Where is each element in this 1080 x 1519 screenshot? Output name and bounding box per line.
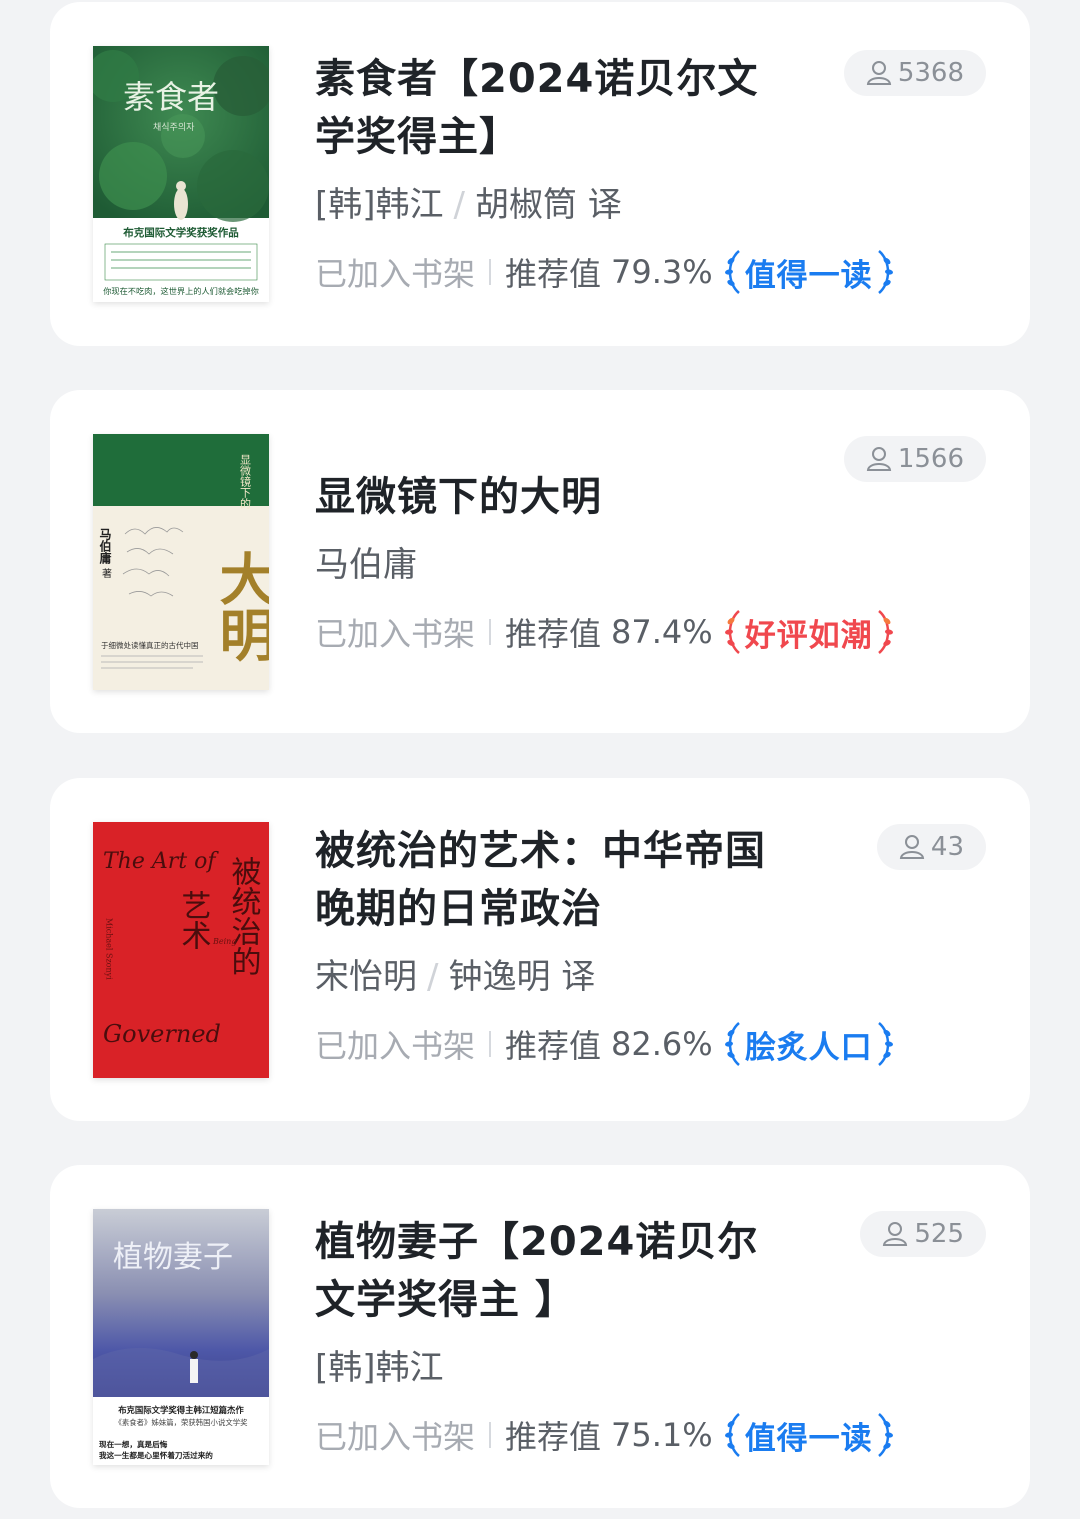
reader-count: 1566	[843, 436, 986, 482]
on-shelf-label: 已加入书架	[315, 1418, 476, 1456]
reader-count: 5368	[843, 50, 986, 96]
cover-band: 布克国际文学奖获奖作品	[123, 226, 239, 239]
author-separator: /	[427, 957, 439, 997]
cover-zh-2: 艺术	[176, 890, 211, 950]
book-card[interactable]: 植物妻子 布克国际文学奖得主韩江短篇杰作 《素食者》姊妹篇，荣获韩国小说文学奖 …	[50, 1165, 1030, 1508]
on-shelf-label: 已加入书架	[315, 255, 476, 293]
divider	[489, 1031, 492, 1057]
person-icon	[899, 835, 925, 859]
laurel-right-icon	[877, 250, 893, 294]
recommend-label: 推荐值	[505, 615, 602, 653]
recommend-value: 82.6%	[611, 1025, 713, 1063]
badge-label: 值得一读	[744, 1420, 873, 1457]
book-author-line: 宋怡明 / 钟逸明 译	[315, 954, 990, 1000]
book-title[interactable]: 显微镜下的大明	[315, 468, 795, 526]
laurel-left-icon	[724, 610, 740, 654]
divider	[489, 619, 492, 645]
on-shelf-label: 已加入书架	[315, 1027, 476, 1065]
cover-author: 马伯庸	[98, 528, 112, 565]
on-shelf-label: 已加入书架	[315, 615, 476, 653]
reader-count: 525	[860, 1211, 986, 1257]
person-icon	[883, 1222, 908, 1246]
reader-count-value: 43	[930, 832, 964, 862]
recommend-value: 87.4%	[611, 613, 713, 651]
laurel-right-icon	[877, 610, 893, 654]
cover-vertical-title: 显微镜下的	[239, 454, 252, 510]
reader-count-value: 5368	[897, 58, 964, 88]
book-cover[interactable]: The Art of 被统治的 艺术 Being Michael Szonyi …	[93, 822, 269, 1078]
cover-image-ming: 显微镜下的 马伯庸 著 大明 于细微处读懂真正的古代中国	[93, 434, 269, 690]
cover-tagline-1: 现在一想，真是后悔	[99, 1439, 168, 1449]
book-title[interactable]: 植物妻子【2024诺贝尔文学奖得主 】	[315, 1213, 795, 1329]
book-card[interactable]: The Art of 被统治的 艺术 Being Michael Szonyi …	[50, 778, 1030, 1121]
divider	[489, 1422, 492, 1448]
author-name[interactable]: 宋怡明	[315, 957, 417, 997]
badge-label: 值得一读	[744, 257, 873, 294]
book-author-line: [韩]韩江 / 胡椒筒 译	[315, 182, 990, 228]
cover-big-title: 大明	[210, 550, 269, 662]
book-stats: 已加入书架 推荐值 82.6% 脍炙人口	[315, 1018, 990, 1070]
rating-badge: 好评如潮	[721, 607, 897, 657]
cover-image-governed: The Art of 被统治的 艺术 Being Michael Szonyi …	[93, 822, 269, 1078]
cover-subtitle: 채식주의자	[153, 122, 195, 133]
book-stats: 已加入书架 推荐值 87.4% 好评如潮	[315, 606, 990, 658]
cover-blurb: 于细微处读懂真正的古代中国	[101, 640, 199, 650]
rating-badge: 值得一读	[721, 1410, 897, 1460]
badge-label: 脍炙人口	[744, 1029, 873, 1066]
author-name[interactable]: [韩]韩江	[315, 185, 444, 225]
book-author-line: [韩]韩江	[315, 1345, 990, 1391]
author-name[interactable]: 马伯庸	[315, 545, 417, 585]
cover-author-en: Michael Szonyi	[105, 918, 114, 980]
book-cover[interactable]: 植物妻子 布克国际文学奖得主韩江短篇杰作 《素食者》姊妹篇，荣获韩国小说文学奖 …	[93, 1209, 269, 1465]
laurel-left-icon	[724, 250, 740, 294]
cover-tagline-2: 我这一生都是心里怀着刀活过来的	[99, 1450, 213, 1460]
cover-author-suffix: 著	[100, 567, 112, 578]
rating-badge: 值得一读	[721, 247, 897, 297]
rating-badge: 脍炙人口	[721, 1019, 897, 1069]
book-cover[interactable]: 素食者 채식주의자 布克国际文学奖获奖作品 你现在不吃肉，这世界上的人们就会吃掉…	[93, 46, 269, 302]
laurel-right-icon	[877, 1413, 893, 1457]
cover-band-2: 《素食者》姊妹篇，荣获韩国小说文学奖	[114, 1418, 248, 1427]
laurel-right-icon	[877, 1022, 893, 1066]
cover-zh-1: 被统治的	[226, 856, 262, 976]
cover-en-mid: Being	[212, 937, 236, 946]
recommend-label: 推荐值	[505, 255, 602, 293]
cover-image-plant-wife: 植物妻子 布克国际文学奖得主韩江短篇杰作 《素食者》姊妹篇，荣获韩国小说文学奖 …	[93, 1209, 269, 1465]
book-title[interactable]: 被统治的艺术：中华帝国晚期的日常政治	[315, 822, 795, 938]
recommend-label: 推荐值	[505, 1027, 602, 1065]
book-stats: 已加入书架 推荐值 79.3% 值得一读	[315, 246, 990, 298]
badge-label: 好评如潮	[744, 617, 873, 654]
laurel-left-icon	[724, 1022, 740, 1066]
cover-band-1: 布克国际文学奖得主韩江短篇杰作	[117, 1405, 244, 1415]
recommend-value: 79.3%	[611, 253, 713, 291]
author-separator: /	[453, 185, 465, 225]
translator-name[interactable]: 钟逸明 译	[448, 957, 595, 997]
laurel-left-icon	[724, 1413, 740, 1457]
author-name[interactable]: [韩]韩江	[315, 1348, 444, 1388]
recommend-value: 75.1%	[611, 1416, 713, 1454]
book-card[interactable]: 素食者 채식주의자 布克国际文学奖获奖作品 你现在不吃肉，这世界上的人们就会吃掉…	[50, 2, 1030, 346]
cover-title: 植物妻子	[113, 1240, 233, 1275]
recommend-label: 推荐值	[505, 1418, 602, 1456]
person-icon	[866, 447, 891, 471]
cover-tagline: 你现在不吃肉，这世界上的人们就会吃掉你	[103, 286, 259, 296]
book-title[interactable]: 素食者【2024诺贝尔文学奖得主】	[315, 50, 795, 166]
book-cover[interactable]: 显微镜下的 马伯庸 著 大明 于细微处读懂真正的古代中国	[93, 434, 269, 690]
reader-count-value: 1566	[897, 444, 964, 474]
divider	[489, 259, 492, 285]
translator-name[interactable]: 胡椒筒 译	[475, 185, 622, 225]
book-card[interactable]: 显微镜下的 马伯庸 著 大明 于细微处读懂真正的古代中国 显微镜下的大明 马伯庸…	[50, 390, 1030, 733]
cover-en-top: The Art of	[103, 849, 219, 874]
book-stats: 已加入书架 推荐值 75.1% 值得一读	[315, 1409, 990, 1461]
reader-count: 43	[876, 824, 986, 870]
cover-title: 素食者	[123, 78, 219, 116]
reader-count-value: 525	[914, 1219, 964, 1249]
cover-en-bottom: Governed	[103, 1020, 221, 1048]
cover-image-vegetarian: 素食者 채식주의자 布克国际文学奖获奖作品 你现在不吃肉，这世界上的人们就会吃掉…	[93, 46, 269, 302]
person-icon	[866, 61, 891, 85]
book-author-line: 马伯庸	[315, 542, 990, 588]
